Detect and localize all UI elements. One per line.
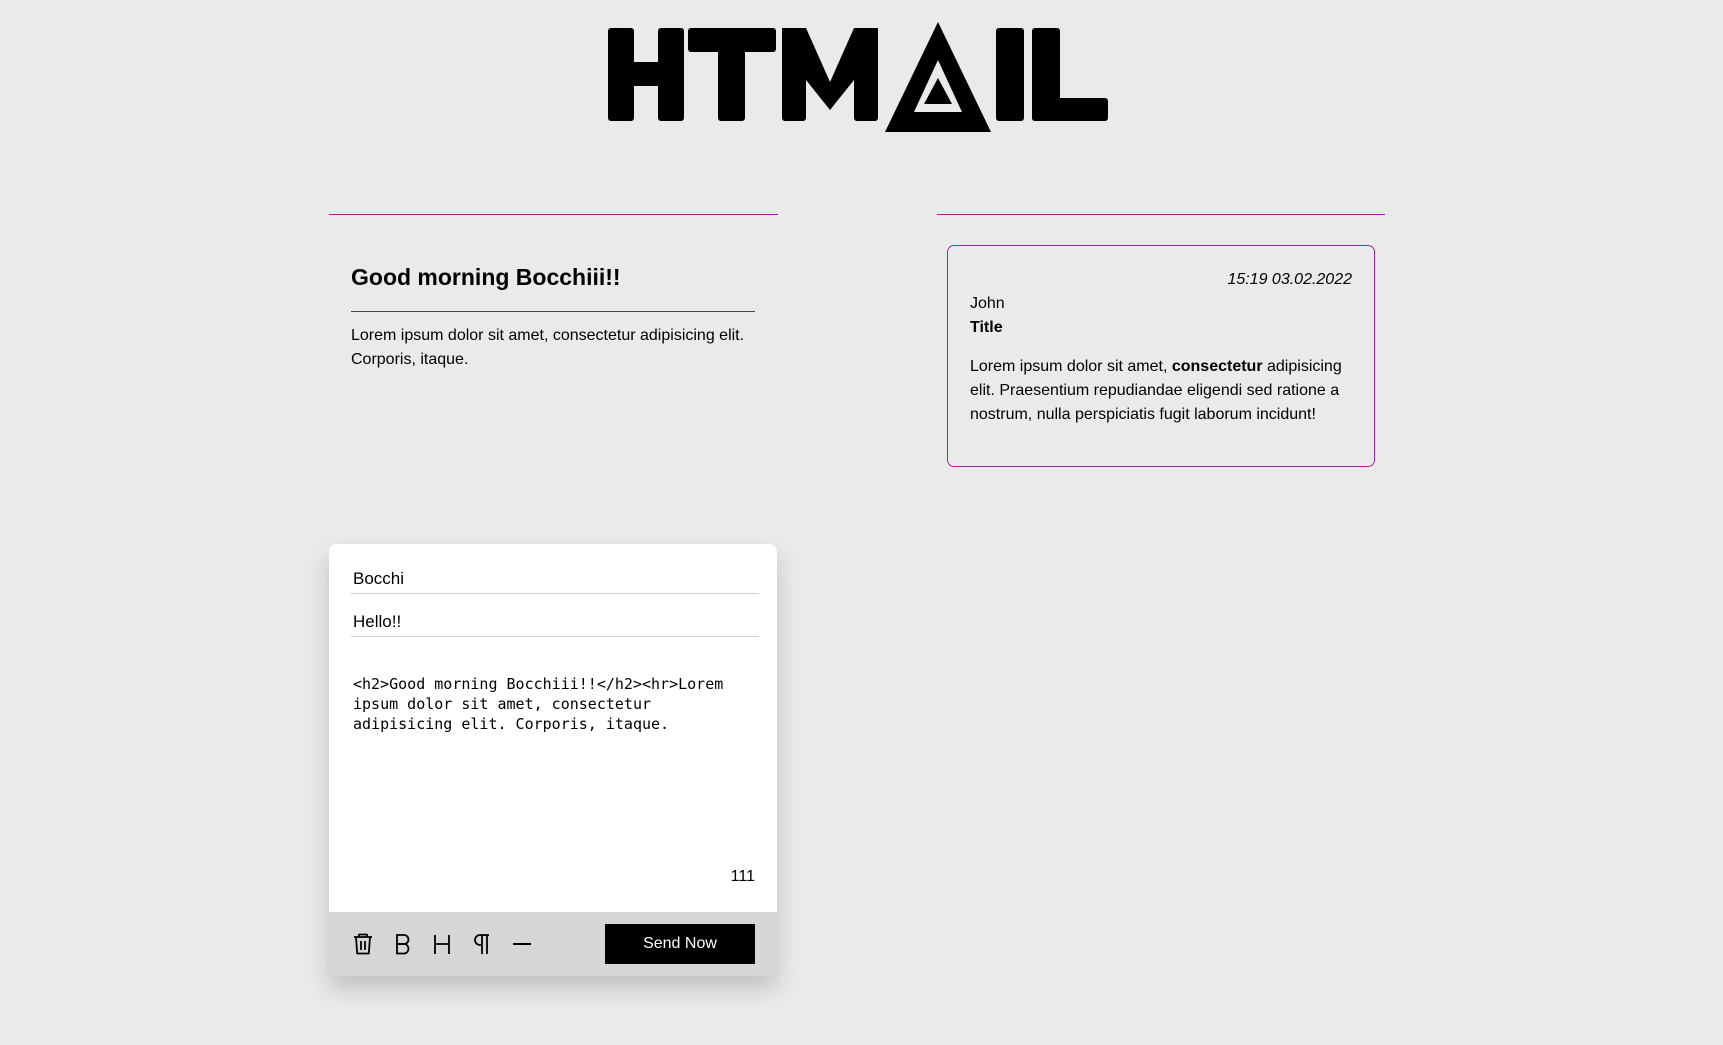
- bold-icon[interactable]: [387, 928, 419, 960]
- mail-preview: Good morning Bocchiii!! Lorem ipsum dolo…: [351, 262, 755, 372]
- message-body: Lorem ipsum dolor sit amet, consectetur …: [970, 355, 1352, 427]
- message-timestamp: 15:19 03.02.2022: [1227, 271, 1352, 288]
- preview-divider: [329, 214, 778, 215]
- preview-body: Lorem ipsum dolor sit amet, consectetur …: [351, 327, 745, 368]
- paragraph-icon[interactable]: [466, 928, 498, 960]
- recipient-field[interactable]: [351, 564, 759, 594]
- htmail-logo: [608, 20, 1108, 135]
- heading-icon[interactable]: [426, 928, 458, 960]
- subject-field[interactable]: [351, 607, 759, 637]
- message-body-text: Lorem ipsum dolor sit amet,: [970, 358, 1172, 375]
- trash-icon[interactable]: [347, 928, 379, 960]
- inbox-divider: [937, 214, 1385, 215]
- inbox-message-card[interactable]: 15:19 03.02.2022 John Title Lorem ipsum …: [947, 245, 1375, 467]
- message-sender: John: [970, 295, 1005, 312]
- message-body-editor[interactable]: [351, 674, 759, 874]
- character-count: 111: [730, 868, 755, 885]
- message-body-bold: consectetur: [1171, 358, 1263, 375]
- send-now-button[interactable]: Send Now: [605, 924, 755, 964]
- compose-toolbar: Send Now: [329, 912, 777, 976]
- preview-rule: [351, 311, 755, 312]
- message-title: Title: [970, 319, 1003, 336]
- horizontal-rule-icon[interactable]: [506, 928, 538, 960]
- preview-heading: Good morning Bocchiii!!: [351, 264, 621, 290]
- compose-panel: 111: [329, 544, 777, 976]
